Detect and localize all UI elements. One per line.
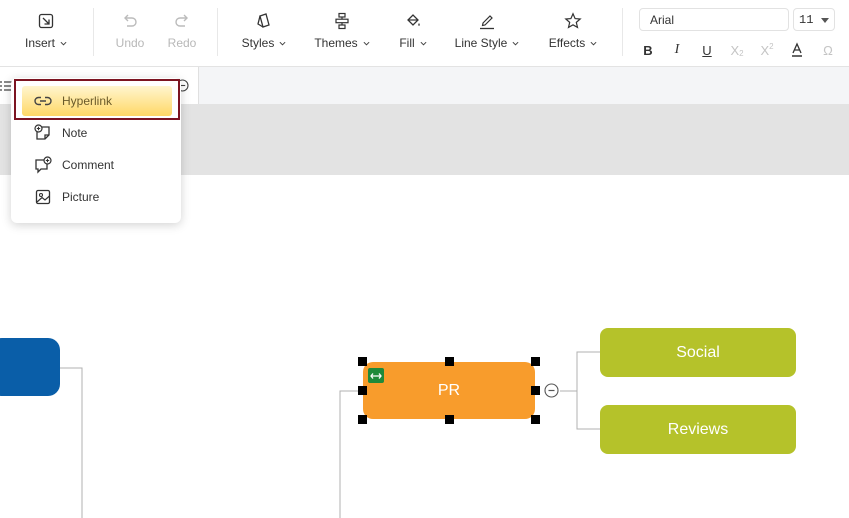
- styles-button[interactable]: Styles: [238, 0, 290, 66]
- redo-icon: [172, 11, 192, 31]
- menu-item-label: Note: [62, 126, 88, 140]
- chevron-down-icon: [279, 41, 286, 46]
- effects-button[interactable]: Effects: [545, 0, 601, 66]
- collapse-icon[interactable]: [544, 383, 559, 398]
- selection-handle[interactable]: [358, 415, 367, 424]
- undo-label: Undo: [115, 36, 145, 50]
- bold-icon[interactable]: B: [638, 40, 658, 60]
- selection-handle[interactable]: [531, 386, 540, 395]
- undo-button[interactable]: Undo: [112, 0, 148, 66]
- superscript-icon[interactable]: X2: [757, 40, 777, 60]
- redo-button[interactable]: Redo: [164, 0, 200, 66]
- selection-handle[interactable]: [531, 357, 540, 366]
- insert-label: Insert: [24, 36, 55, 50]
- highlight-frame: [14, 79, 180, 120]
- themes-button[interactable]: Themes: [312, 0, 372, 66]
- chevron-down-icon: [590, 41, 597, 46]
- selection-handle[interactable]: [531, 415, 540, 424]
- fill-bucket-icon: [403, 11, 423, 31]
- special-character-icon[interactable]: Ω: [818, 40, 838, 60]
- comment-icon: [34, 156, 52, 174]
- subscript-icon[interactable]: X2: [727, 40, 747, 60]
- note-icon: [34, 124, 52, 142]
- italic-icon[interactable]: I: [667, 40, 687, 60]
- pr-node[interactable]: PR: [363, 362, 535, 419]
- styles-icon: [254, 11, 274, 31]
- text-color-icon[interactable]: [787, 40, 807, 60]
- effects-label: Effects: [548, 36, 586, 50]
- reviews-label: Reviews: [667, 420, 729, 438]
- link-badge-icon[interactable]: [368, 368, 384, 383]
- pen-line-icon: [477, 11, 497, 31]
- themes-icon: [332, 11, 352, 31]
- insert-icon: [36, 11, 56, 31]
- caret-down-icon: [821, 18, 829, 23]
- chevron-down-icon: [60, 41, 67, 46]
- menu-item-picture[interactable]: Picture: [22, 182, 172, 212]
- social-node[interactable]: Social: [600, 328, 796, 377]
- pr-label: PR: [437, 381, 461, 399]
- line-style-button[interactable]: Line Style: [452, 0, 522, 66]
- line-style-label: Line Style: [454, 36, 508, 50]
- toolbar-divider: [622, 8, 623, 56]
- selection-handle[interactable]: [445, 415, 454, 424]
- menu-item-comment[interactable]: Comment: [22, 150, 172, 180]
- social-label: Social: [676, 343, 720, 361]
- chevron-down-icon: [420, 41, 427, 46]
- chevron-down-icon: [512, 41, 519, 46]
- font-family-select[interactable]: Arial: [639, 8, 789, 31]
- fill-label: Fill: [399, 36, 415, 50]
- undo-icon: [120, 11, 140, 31]
- selection-handle[interactable]: [358, 357, 367, 366]
- menu-item-label: Picture: [62, 190, 100, 204]
- styles-label: Styles: [241, 36, 275, 50]
- menu-item-note[interactable]: Note: [22, 118, 172, 148]
- insert-button[interactable]: Insert: [20, 0, 72, 66]
- menu-item-label: Comment: [62, 158, 115, 172]
- left-topic-node[interactable]: [0, 338, 60, 396]
- selection-handle[interactable]: [445, 357, 454, 366]
- toolbar: Insert Undo Redo Styles Themes Fill Line…: [0, 0, 849, 67]
- font-size-select[interactable]: 11: [793, 8, 835, 31]
- redo-label: Redo: [167, 36, 197, 50]
- underline-icon[interactable]: U: [697, 40, 717, 60]
- reviews-node[interactable]: Reviews: [600, 405, 796, 454]
- toolbar-divider: [93, 8, 94, 56]
- toolbar-divider: [217, 8, 218, 56]
- picture-icon: [34, 188, 52, 206]
- selection-handle[interactable]: [358, 386, 367, 395]
- font-size-value: 11: [799, 13, 814, 27]
- themes-label: Themes: [314, 36, 358, 50]
- fill-button[interactable]: Fill: [395, 0, 431, 66]
- star-icon: [563, 11, 583, 31]
- chevron-down-icon: [363, 41, 370, 46]
